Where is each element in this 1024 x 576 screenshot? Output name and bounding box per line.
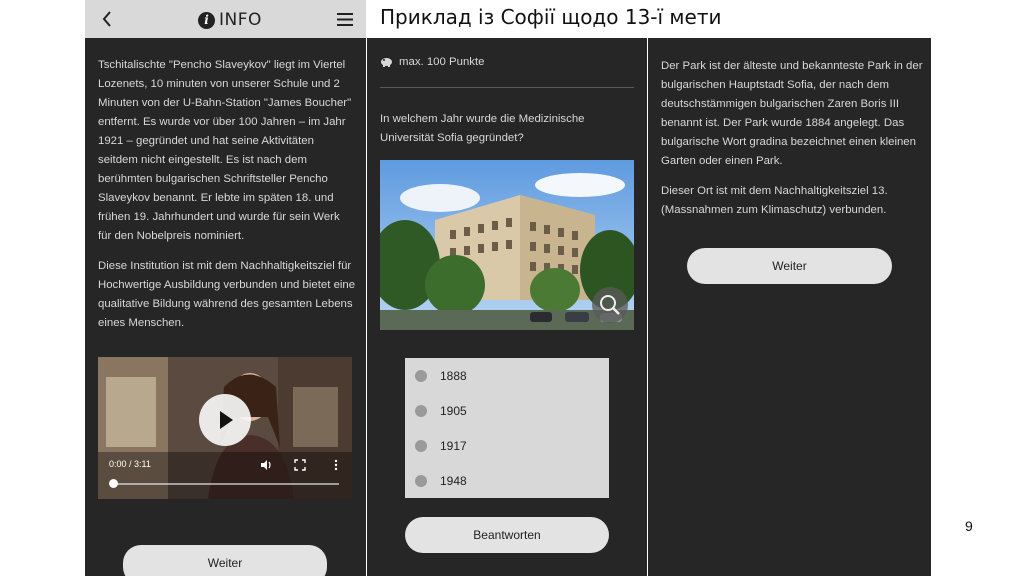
radio-button[interactable] [415,439,427,452]
info-screen: i INFO Tschitalischte "Pencho Slaveykov"… [85,0,366,576]
park-info-screen: Der Park ist der älteste und bekannteste… [648,38,931,576]
weiter-button[interactable]: Weiter [687,248,892,284]
volume-icon[interactable] [260,459,272,471]
answer-label: 1888 [440,368,467,383]
video-time: 0:00 / 3:11 [109,459,151,469]
page-number: 9 [965,518,973,534]
fullscreen-icon[interactable] [294,459,306,471]
zoom-icon[interactable] [592,287,628,323]
header-title-group: i INFO [198,10,262,30]
video-scrubber[interactable] [108,479,118,488]
header-title: INFO [219,10,262,30]
answer-label: 1905 [440,403,467,418]
radio-button[interactable] [415,404,427,417]
answer-options: 1888 1905 1917 1948 [405,358,609,498]
piggy-bank-icon [381,58,392,67]
info-icon: i [198,11,215,29]
submit-answer-button[interactable]: Beantworten [405,517,609,553]
divider [380,87,634,88]
answer-option[interactable]: 1948 [405,463,609,498]
answer-option[interactable]: 1917 [405,428,609,463]
weiter-button[interactable]: Weiter [123,545,327,576]
slide-title: Приклад із Софії щодо 13-ї мети [380,5,722,29]
university-photo [380,160,634,330]
answer-option[interactable]: 1905 [405,393,609,428]
points-row: max. 100 Punkte [380,56,484,68]
park-description-paragraph: Der Park ist der älteste und bekannteste… [661,60,923,167]
radio-button[interactable] [415,474,427,487]
video-player[interactable]: 0:00 / 3:11 [98,357,352,499]
radio-button[interactable] [415,369,427,382]
question-text: In welchem Jahr wurde die Medizinische U… [380,113,585,144]
points-label: max. 100 Punkte [399,56,485,68]
video-progress-track[interactable] [113,483,339,485]
back-arrow-icon[interactable] [99,8,115,30]
description-paragraph: Tschitalischte "Pencho Slaveykov" liegt … [98,59,352,242]
goal-paragraph: Diese Institution ist mit dem Nachhaltig… [98,260,356,329]
answer-label: 1948 [440,473,467,488]
quiz-screen: max. 100 Punkte In welchem Jahr wurde di… [367,38,647,576]
menu-icon[interactable] [337,13,353,26]
answer-label: 1917 [440,438,467,453]
more-options-icon[interactable] [330,459,342,471]
top-bar: i INFO [85,0,366,38]
play-button[interactable] [199,394,251,446]
park-goal-paragraph: Dieser Ort ist mit dem Nachhaltigkeitszi… [661,185,888,216]
answer-option[interactable]: 1888 [405,358,609,393]
